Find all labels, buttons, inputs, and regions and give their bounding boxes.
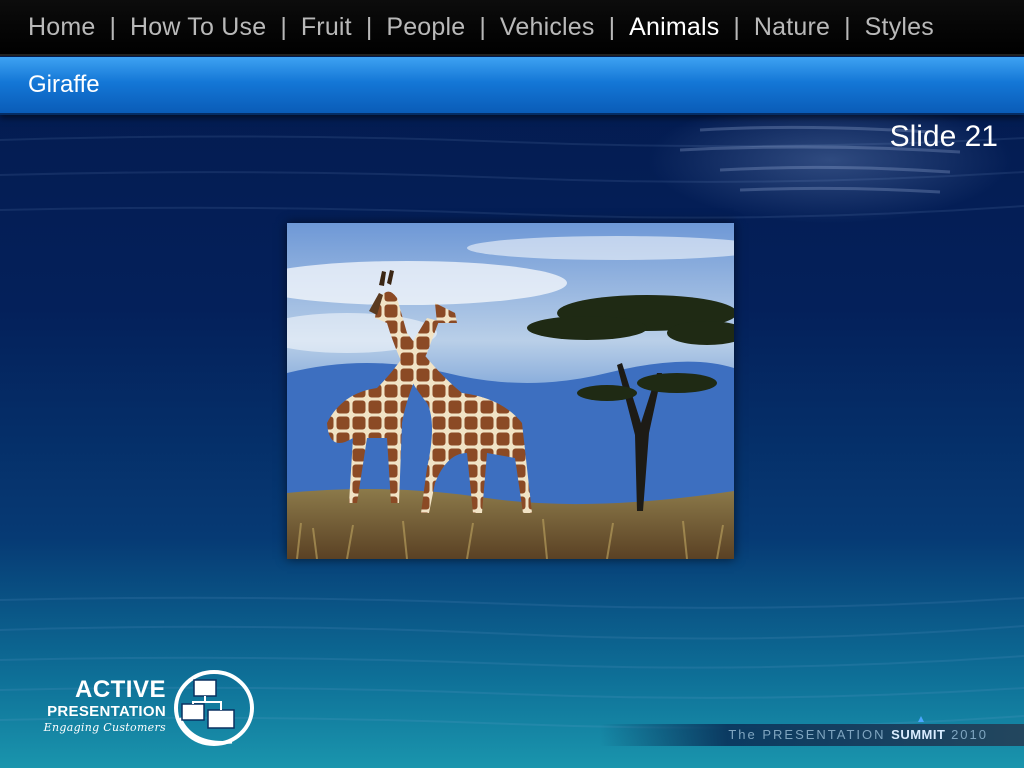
nav-item-nature[interactable]: Nature (754, 13, 830, 42)
active-presentation-logo: ACTIVE PRESENTATION Engaging Customers (26, 677, 166, 735)
footer-text-highlight: SUMMIT (891, 727, 946, 742)
title-band: Giraffe (0, 57, 1024, 115)
nav-separator: | (365, 12, 373, 41)
footer-strip: The PRESENTATION SUMMIT 2010 (600, 724, 1024, 746)
nav-item-fruit[interactable]: Fruit (301, 13, 352, 42)
nav-item-people[interactable]: People (386, 13, 465, 42)
nav-item-vehicles[interactable]: Vehicles (500, 13, 595, 42)
nav-item-how-to-use[interactable]: How To Use (130, 13, 266, 42)
logo-mark-icon (174, 670, 254, 746)
logo-tagline: Engaging Customers (43, 721, 166, 734)
slide-title: Giraffe (28, 71, 100, 98)
nav-separator: | (479, 12, 486, 41)
footer-accent-icon (918, 716, 924, 722)
footer-text-prefix: The PRESENTATION (728, 727, 886, 742)
logo-line-presentation: PRESENTATION (47, 703, 166, 720)
logo-line-active: ACTIVE (74, 676, 166, 703)
giraffe-photo (287, 223, 734, 559)
nav-separator: | (109, 12, 117, 41)
nav-item-animals[interactable]: Animals (629, 13, 719, 42)
nav-separator: | (733, 12, 740, 41)
nav-separator: | (844, 12, 851, 41)
nav-separator: | (608, 12, 616, 41)
nav-item-home[interactable]: Home (28, 13, 96, 42)
footer-text-suffix: 2010 (951, 727, 988, 742)
top-navigation: Home | How To Use | Fruit | People | Vehicles | An… (0, 0, 1024, 56)
giraffe-photo-illustration (287, 223, 734, 559)
nav-separator: | (280, 12, 287, 41)
slide-number: Slide 21 (889, 120, 998, 153)
nav-item-styles[interactable]: Styles (865, 13, 934, 42)
footer-text: The PRESENTATION SUMMIT 2010 (728, 727, 988, 742)
